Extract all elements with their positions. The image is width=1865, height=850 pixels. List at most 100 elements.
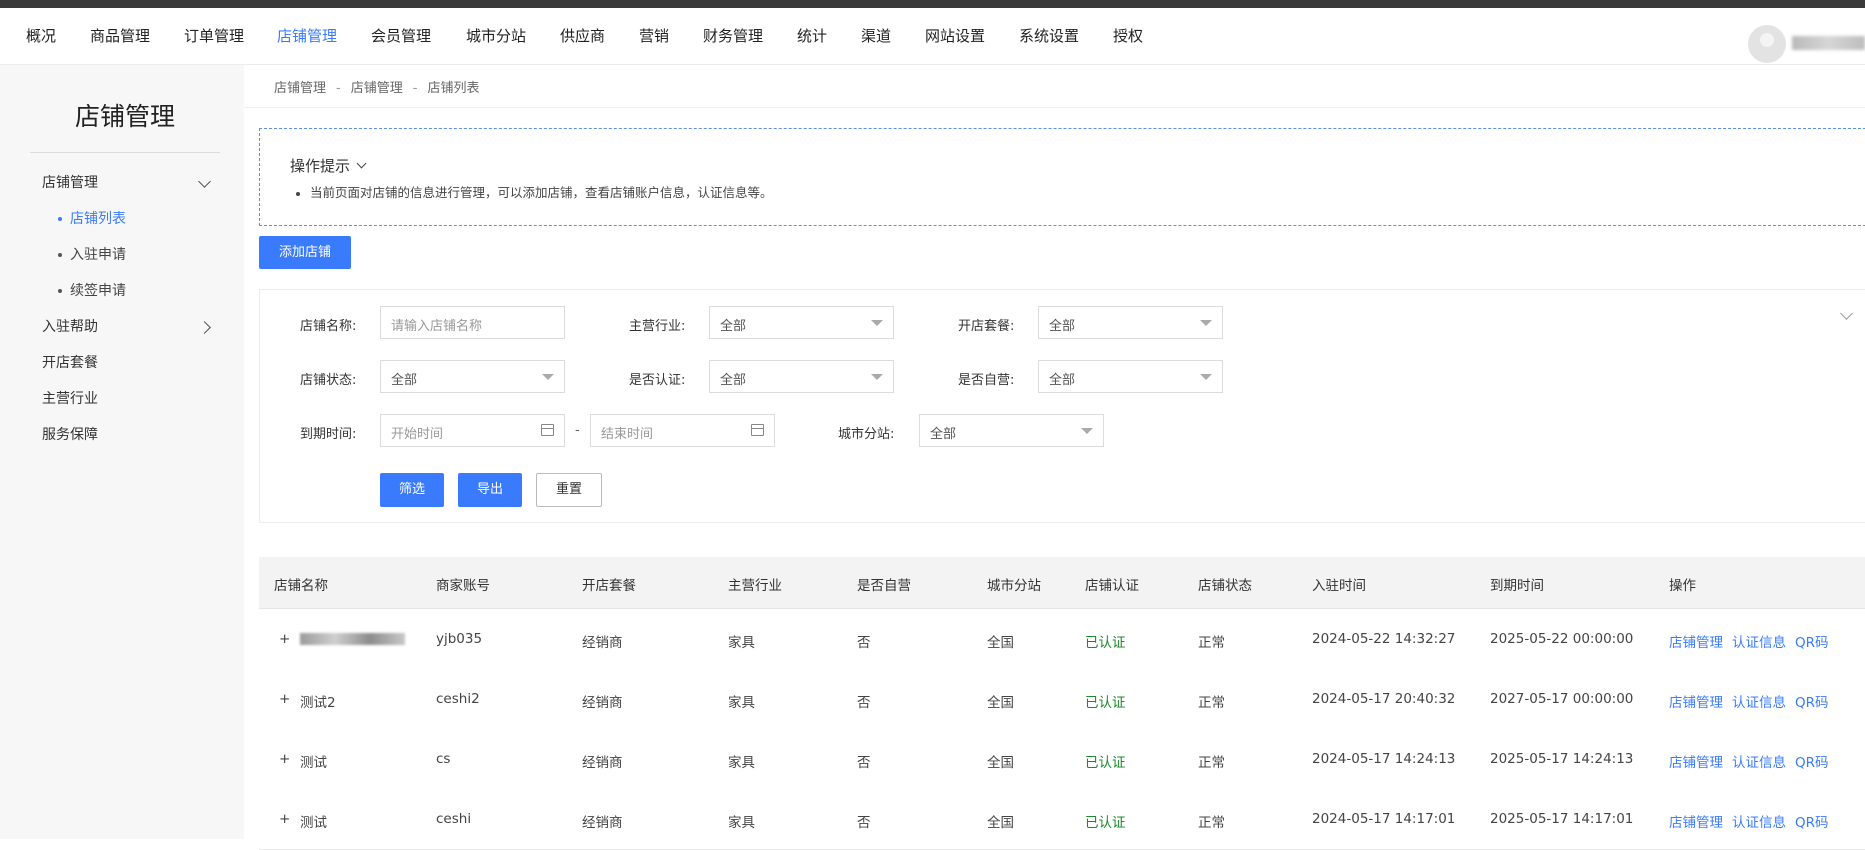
status-cell: 正常 xyxy=(1198,635,1225,651)
column-header-industry: 主营行业 xyxy=(728,578,782,594)
breadcrumb-divider xyxy=(244,107,1865,108)
sidebar-item-packages[interactable]: 开店套餐 xyxy=(42,352,98,372)
sidebar-subitem-label: 续签申请 xyxy=(70,283,126,299)
sidebar-title: 店铺管理 xyxy=(74,102,175,131)
shop-name-placeholder: 请输入店铺名称 xyxy=(391,319,483,334)
cert-info-link[interactable]: 认证信息 xyxy=(1732,691,1786,711)
expire-start-input[interactable]: 开始时间 xyxy=(380,414,565,447)
join-time-cell: 2024-05-17 20:40:32 xyxy=(1312,691,1456,707)
nav-item-suppliers[interactable]: 供应商 xyxy=(560,25,605,46)
sidebar-item-industries[interactable]: 主营行业 xyxy=(42,388,98,408)
breadcrumb-item[interactable]: 店铺管理 xyxy=(274,81,326,96)
qr-code-link[interactable]: QR码 xyxy=(1795,811,1829,831)
nav-item-members[interactable]: 会员管理 xyxy=(371,25,431,46)
table-row: + 测试2 ceshi2 经销商 家具 否 全国 已认证 正常 2024-05-… xyxy=(259,669,1865,730)
qr-code-link[interactable]: QR码 xyxy=(1795,751,1829,771)
filter-button[interactable]: 筛选 xyxy=(380,473,444,507)
nav-item-system-settings[interactable]: 系统设置 xyxy=(1019,25,1079,46)
username-blurred[interactable] xyxy=(1792,36,1865,50)
reset-button[interactable]: 重置 xyxy=(536,473,602,507)
column-header-actions: 操作 xyxy=(1669,578,1696,594)
package-cell: 经销商 xyxy=(582,635,623,651)
top-navigation: 概况 商品管理 订单管理 店铺管理 会员管理 城市分站 供应商 营销 财务管理 … xyxy=(0,8,1865,65)
sidebar-item-service-guarantee[interactable]: 服务保障 xyxy=(42,424,98,444)
shop-manage-link[interactable]: 店铺管理 xyxy=(1669,811,1723,831)
cert-info-link[interactable]: 认证信息 xyxy=(1732,631,1786,651)
column-header-city: 城市分站 xyxy=(987,578,1041,594)
expire-end-placeholder: 结束时间 xyxy=(601,427,654,442)
nav-item-finance[interactable]: 财务管理 xyxy=(703,25,763,46)
column-header-account: 商家账号 xyxy=(436,578,490,594)
certified-select[interactable]: 全部 xyxy=(709,360,894,393)
nav-item-channels[interactable]: 渠道 xyxy=(861,25,891,46)
breadcrumb-separator: - xyxy=(336,81,341,96)
nav-item-marketing[interactable]: 营销 xyxy=(639,25,669,46)
status-cell: 正常 xyxy=(1198,755,1225,771)
package-cell: 经销商 xyxy=(582,755,623,771)
calendar-icon xyxy=(541,424,554,436)
chevron-down-icon xyxy=(356,158,367,169)
self-run-cell: 否 xyxy=(857,755,871,771)
status-select-value: 全部 xyxy=(391,373,418,388)
shop-manage-link[interactable]: 店铺管理 xyxy=(1669,691,1723,711)
shop-manage-link[interactable]: 店铺管理 xyxy=(1669,631,1723,651)
city-select[interactable]: 全部 xyxy=(919,414,1104,447)
nav-item-shops[interactable]: 店铺管理 xyxy=(277,25,337,46)
shop-manage-link[interactable]: 店铺管理 xyxy=(1669,751,1723,771)
shop-name-input[interactable]: 请输入店铺名称 xyxy=(380,306,565,339)
row-expand-button[interactable]: + xyxy=(279,631,290,647)
status-cell: 正常 xyxy=(1198,695,1225,711)
nav-item-overview[interactable]: 概况 xyxy=(26,25,56,46)
breadcrumb-item[interactable]: 店铺管理 xyxy=(351,81,403,96)
caret-down-icon xyxy=(871,320,883,326)
column-header-status: 店铺状态 xyxy=(1198,578,1252,594)
industry-select[interactable]: 全部 xyxy=(709,306,894,339)
expire-time-cell: 2027-05-17 00:00:00 xyxy=(1490,691,1634,707)
caret-down-icon xyxy=(1200,320,1212,326)
breadcrumb-item-current: 店铺列表 xyxy=(427,81,480,96)
qr-code-link[interactable]: QR码 xyxy=(1795,631,1829,651)
sidebar-subitem-shop-list[interactable]: 店铺列表 xyxy=(58,208,126,228)
caret-down-icon xyxy=(542,374,554,380)
chevron-right-icon[interactable] xyxy=(198,321,211,334)
certified-select-value: 全部 xyxy=(720,373,747,388)
city-select-value: 全部 xyxy=(930,427,957,442)
expire-start-placeholder: 开始时间 xyxy=(391,427,444,442)
sidebar-item-shop-management[interactable]: 店铺管理 xyxy=(42,172,98,192)
nav-item-statistics[interactable]: 统计 xyxy=(797,25,827,46)
nav-item-site-settings[interactable]: 网站设置 xyxy=(925,25,985,46)
tips-toggle[interactable]: 操作提示 xyxy=(290,155,367,176)
add-shop-button[interactable]: 添加店铺 xyxy=(259,236,351,269)
row-expand-button[interactable]: + xyxy=(279,691,290,707)
nav-item-orders[interactable]: 订单管理 xyxy=(184,25,244,46)
industry-cell: 家具 xyxy=(728,815,755,831)
package-select[interactable]: 全部 xyxy=(1038,306,1223,339)
city-cell: 全国 xyxy=(987,695,1014,711)
sidebar-subitem-label: 店铺列表 xyxy=(70,211,126,227)
sidebar-subitem-join-apply[interactable]: 入驻申请 xyxy=(58,244,126,264)
row-expand-button[interactable]: + xyxy=(279,751,290,767)
nav-item-license[interactable]: 授权 xyxy=(1113,25,1143,46)
certification-cell: 已认证 xyxy=(1085,755,1126,771)
export-button[interactable]: 导出 xyxy=(458,473,522,507)
certification-cell: 已认证 xyxy=(1085,815,1126,831)
status-select[interactable]: 全部 xyxy=(380,360,565,393)
cert-info-link[interactable]: 认证信息 xyxy=(1732,811,1786,831)
sidebar-item-join-help[interactable]: 入驻帮助 xyxy=(42,316,98,336)
self-run-select[interactable]: 全部 xyxy=(1038,360,1223,393)
sidebar-subitem-renew-apply[interactable]: 续签申请 xyxy=(58,280,126,300)
row-expand-button[interactable]: + xyxy=(279,811,290,827)
shop-name-cell: 测试2 xyxy=(300,695,336,711)
cert-info-link[interactable]: 认证信息 xyxy=(1732,751,1786,771)
qr-code-link[interactable]: QR码 xyxy=(1795,691,1829,711)
column-header-expire-time: 到期时间 xyxy=(1490,578,1544,594)
nav-item-products[interactable]: 商品管理 xyxy=(90,25,150,46)
filter-label-expire: 到期时间: xyxy=(300,427,357,442)
nav-item-city-sites[interactable]: 城市分站 xyxy=(466,25,526,46)
avatar[interactable] xyxy=(1748,25,1786,63)
city-cell: 全国 xyxy=(987,815,1014,831)
filter-label-package: 开店套餐: xyxy=(958,319,1015,334)
chevron-down-icon[interactable] xyxy=(198,175,211,188)
filter-label-status: 店铺状态: xyxy=(300,373,357,388)
expire-end-input[interactable]: 结束时间 xyxy=(590,414,775,447)
